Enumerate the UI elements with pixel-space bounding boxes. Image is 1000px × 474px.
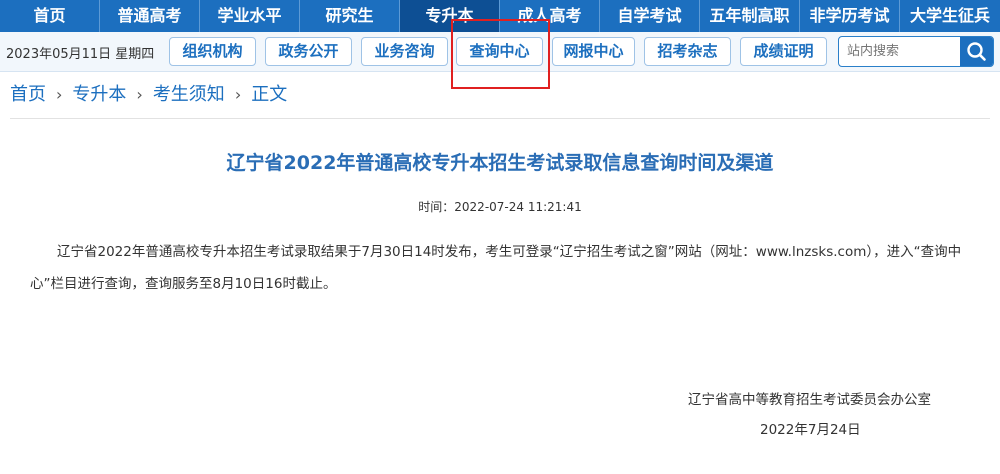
nav-item-adult[interactable]: 成人高考: [500, 0, 600, 32]
nav-item-conscription[interactable]: 大学生征兵: [900, 0, 1000, 32]
breadcrumb-notice[interactable]: 考生须知: [153, 84, 225, 105]
breadcrumb-current: 正文: [251, 84, 288, 105]
gov-affairs-button[interactable]: 政务公开: [265, 37, 352, 66]
article-body: 辽宁省2022年普通高校专升本招生考试录取结果于7月30日14时发布，考生可登录…: [30, 244, 962, 292]
score-certificate-button[interactable]: 成绩证明: [740, 37, 827, 66]
article-title: 辽宁省2022年普通高校专升本招生考试录取信息查询时间及渠道: [226, 152, 774, 174]
nav-item-zhuanshengben[interactable]: 专升本: [400, 0, 500, 32]
current-date: 2023年05月11日 星期四: [6, 47, 155, 62]
breadcrumb-home[interactable]: 首页: [10, 84, 46, 105]
time-label: 时间：: [418, 200, 455, 214]
nav-item-gaokao[interactable]: 普通高考: [100, 0, 200, 32]
online-register-button[interactable]: 网报中心: [552, 37, 635, 66]
search-button[interactable]: [960, 37, 993, 66]
breadcrumb-zhuanshengben[interactable]: 专升本: [72, 84, 126, 105]
search-icon: [967, 42, 986, 61]
org-button[interactable]: 组织机构: [169, 37, 256, 66]
nav-item-five-year[interactable]: 五年制高职: [700, 0, 800, 32]
chevron-right-icon: ›: [136, 85, 143, 104]
nav-item-self-study[interactable]: 自学考试: [600, 0, 700, 32]
magazine-button[interactable]: 招考杂志: [644, 37, 731, 66]
nav-item-graduate[interactable]: 研究生: [300, 0, 400, 32]
query-center-button[interactable]: 查询中心: [456, 37, 543, 66]
breadcrumb: 首页 › 专升本 › 考生须知 › 正文: [10, 80, 287, 106]
time-value: 2022-07-24 11:21:41: [454, 200, 582, 214]
search-box: [838, 36, 994, 67]
article-time: 时间：2022-07-24 11:21:41: [0, 198, 1000, 215]
nav-item-non-degree[interactable]: 非学历考试: [800, 0, 900, 32]
signature-org: 辽宁省高中等教育招生考试委员会办公室: [688, 392, 931, 408]
nav-item-home[interactable]: 首页: [0, 0, 100, 32]
top-nav: 首页 普通高考 学业水平 研究生 专升本 成人高考 自学考试 五年制高职 非学历…: [0, 0, 1000, 32]
chevron-right-icon: ›: [56, 85, 63, 104]
signature-date: 2022年7月24日: [760, 422, 861, 438]
consult-button[interactable]: 业务咨询: [361, 37, 448, 66]
chevron-right-icon: ›: [234, 85, 242, 104]
nav-item-xueye[interactable]: 学业水平: [200, 0, 300, 32]
search-input[interactable]: [839, 37, 961, 66]
breadcrumb-divider: [10, 118, 990, 119]
